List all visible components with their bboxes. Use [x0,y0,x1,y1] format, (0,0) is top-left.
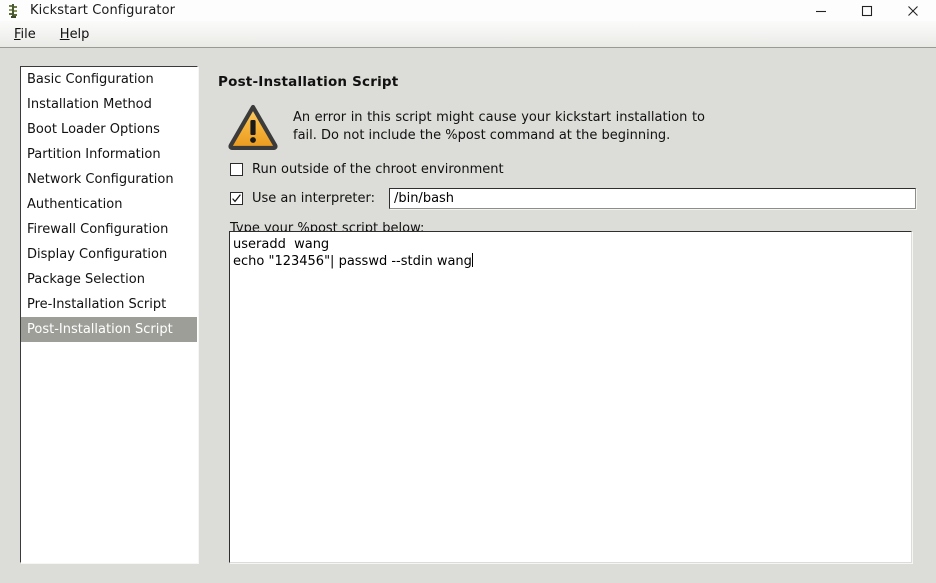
interpreter-checkbox-label: Use an interpreter: [252,191,375,206]
minimize-icon[interactable] [798,0,844,21]
menu-help-accel: H [59,26,70,42]
sidebar-item-basic-configuration[interactable]: Basic Configuration [21,67,197,92]
post-script-text: useradd wang echo "123456"| passwd --std… [233,237,472,269]
text-cursor [471,253,473,267]
warning-banner: An error in this script might cause your… [218,104,918,151]
warning-text: An error in this script might cause your… [293,110,705,143]
menu-file-rest: ile [20,26,36,42]
chroot-checkbox[interactable] [230,163,243,176]
window-controls [798,0,936,21]
sidebar-item-display-configuration[interactable]: Display Configuration [21,242,197,267]
maximize-icon[interactable] [844,0,890,21]
close-icon[interactable] [890,0,936,21]
sidebar-item-package-selection[interactable]: Package Selection [21,267,197,292]
app-icon [6,3,22,19]
post-script-content: useradd wang echo "123456"| passwd --std… [230,232,911,270]
page-title: Post-Installation Script [218,74,399,90]
main-content: Post-Installation Script An error in thi… [218,66,918,236]
chroot-checkbox-row[interactable]: Run outside of the chroot environment [230,162,918,177]
warning-triangle-icon [228,104,278,151]
sidebar-item-authentication[interactable]: Authentication [21,192,197,217]
sidebar-item-network-configuration[interactable]: Network Configuration [21,167,197,192]
sidebar-item-post-installation-script[interactable]: Post-Installation Script [21,317,197,342]
sidebar-item-pre-installation-script[interactable]: Pre-Installation Script [21,292,197,317]
interpreter-checkbox[interactable] [230,192,243,205]
sidebar-category-list[interactable]: Basic Configuration Installation Method … [20,66,198,563]
titlebar: Kickstart Configurator [0,0,936,21]
sidebar-item-firewall-configuration[interactable]: Firewall Configuration [21,217,197,242]
menu-file[interactable]: File [4,25,46,44]
sidebar-item-installation-method[interactable]: Installation Method [21,92,197,117]
sidebar-item-boot-loader-options[interactable]: Boot Loader Options [21,117,197,142]
menubar: File Help [0,21,936,48]
post-script-textarea[interactable]: useradd wang echo "123456"| passwd --std… [229,231,912,563]
chroot-checkbox-label: Run outside of the chroot environment [252,162,504,177]
menu-help-rest: elp [69,26,90,42]
interpreter-row: Use an interpreter: [230,188,918,209]
sidebar-item-partition-information[interactable]: Partition Information [21,142,197,167]
menu-help[interactable]: Help [50,25,100,44]
window-title: Kickstart Configurator [30,3,176,18]
interpreter-input[interactable] [388,188,916,209]
